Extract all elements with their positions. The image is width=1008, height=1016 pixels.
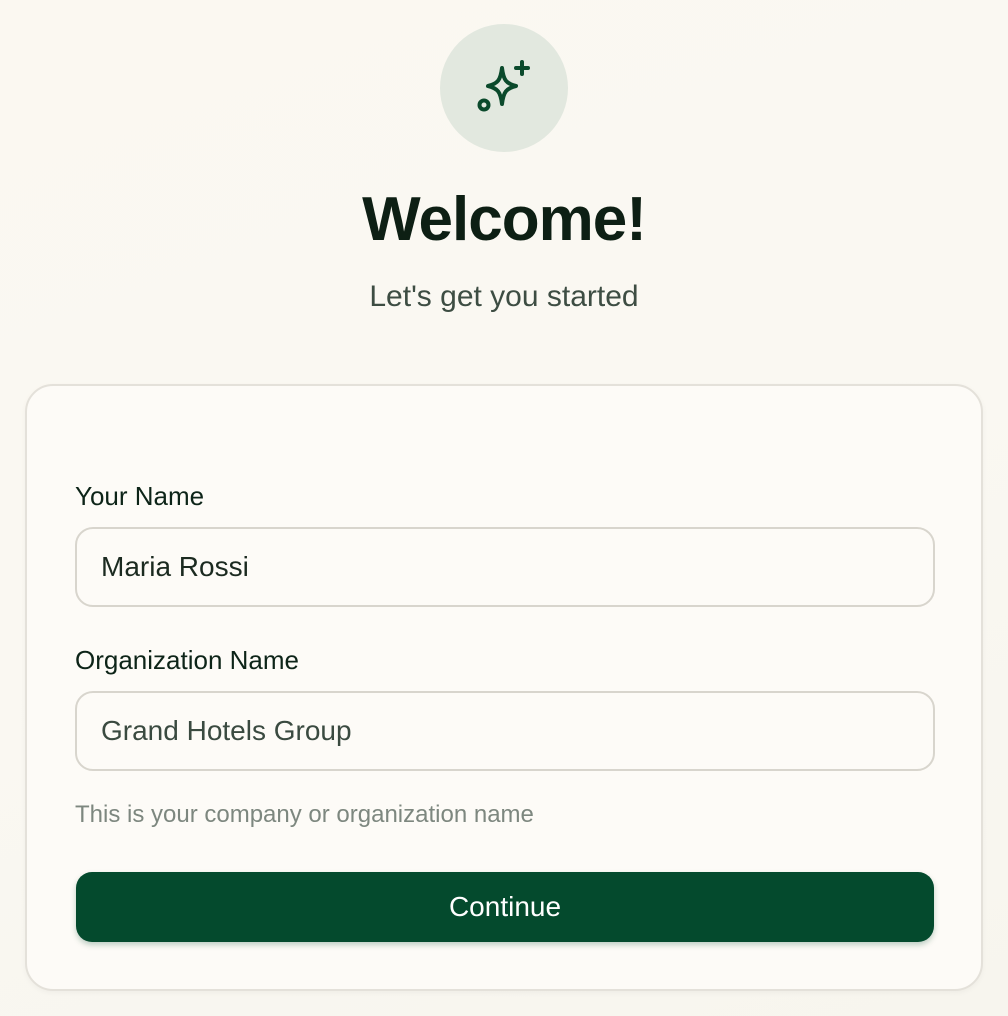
page-title: Welcome!	[362, 185, 647, 254]
name-label: Your Name	[75, 481, 205, 511]
sparkles-badge	[440, 24, 568, 152]
organization-input[interactable]	[75, 691, 935, 771]
onboarding-card: Your Name Organization Name This is your…	[25, 384, 983, 991]
organization-helper-text: This is your company or organization nam…	[75, 801, 534, 828]
sparkles-icon	[477, 60, 530, 112]
page-subtitle: Let's get you started	[369, 280, 639, 313]
name-input[interactable]	[75, 527, 935, 607]
continue-button[interactable]: Continue	[76, 872, 934, 942]
organization-label: Organization Name	[75, 645, 299, 675]
